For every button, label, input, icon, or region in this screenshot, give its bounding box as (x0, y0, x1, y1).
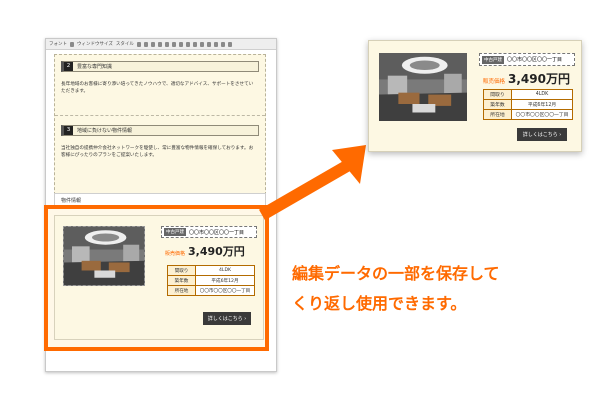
caption-line-1: 編集データの一部を保存して (292, 264, 500, 283)
section-title: 地域に負けない物件情報 (77, 128, 133, 134)
spec-key: 所在地 (167, 285, 196, 296)
price-label: 販売価格 (483, 79, 506, 85)
spec-table: 間取り 4LDK 築年数 平成6年12月 所在地 〇〇市〇〇区〇〇一丁目 (167, 265, 255, 296)
toolbar-style-dropdown[interactable]: スタイル (116, 41, 134, 47)
toolbar-font-dropdown[interactable]: フォント (49, 41, 67, 47)
list-icon[interactable] (185, 41, 190, 47)
italic-icon[interactable] (143, 41, 148, 47)
room-image-icon (379, 53, 467, 121)
property-address: 〇〇市〇〇区〇〇一丁目 (507, 57, 563, 63)
spec-row: 間取り 4LDK (483, 89, 573, 100)
property-photo (63, 226, 145, 286)
section-heading-3: 3 地域に負けない物件情報 (61, 125, 259, 136)
redo-icon[interactable] (220, 41, 225, 47)
section-heading-2: 2 豊富な専門知識 (61, 61, 259, 72)
property-info-label: 物件情報 (61, 198, 82, 204)
caption-line-2: くり返し使用できます。 (292, 294, 467, 313)
features-panel: 2 豊富な専門知識 長年地域のお客様に寄り添い培ってきたノウハウで、適切なアドバ… (54, 54, 266, 195)
spec-key: 間取り (167, 265, 196, 276)
room-image-icon (64, 227, 144, 285)
spec-value: 平成6年12月 (511, 99, 573, 110)
price-value: 3,490万円 (188, 245, 245, 258)
spec-row: 所在地 〇〇市〇〇区〇〇一丁目 (483, 109, 573, 120)
address-row: 中古戸建 〇〇市〇〇区〇〇一丁目 (479, 53, 575, 66)
image-icon[interactable] (199, 41, 204, 47)
spec-key: 所在地 (483, 109, 512, 120)
undo-icon[interactable] (213, 41, 218, 47)
price-row: 販売価格 3,490万円 (165, 243, 245, 259)
spec-row: 築年数 平成6年12月 (483, 99, 573, 110)
table-icon[interactable] (206, 41, 211, 47)
details-button[interactable]: 詳しくはこちら › (203, 312, 251, 325)
details-button[interactable]: 詳しくはこちら › (517, 128, 567, 141)
align-right-icon[interactable] (178, 41, 183, 47)
spec-value: 〇〇市〇〇区〇〇一丁目 (511, 109, 573, 120)
preview-card: 中古戸建 〇〇市〇〇区〇〇一丁目 販売価格 3,490万円 間取り 4LDK 築… (368, 40, 582, 152)
property-type-badge: 中古戸建 (164, 228, 186, 236)
align-left-icon[interactable] (164, 41, 169, 47)
spec-value: 4LDK (195, 265, 255, 276)
toolbar-window-size-dropdown[interactable]: ウィンドウサイズ (77, 41, 113, 47)
link-icon[interactable] (192, 41, 197, 47)
section-number: 3 (64, 126, 73, 135)
section-text-3: 当社独自の提携仲介会社ネットワークを駆使し、常に豊富な物件情報を確保しております… (61, 146, 254, 158)
spec-key: 築年数 (167, 275, 196, 286)
spec-value: 平成6年12月 (195, 275, 255, 286)
property-address: 〇〇市〇〇区〇〇一丁目 (189, 229, 245, 236)
underline-icon[interactable] (150, 41, 155, 47)
price-value: 3,490万円 (508, 72, 570, 86)
editor-toolbar: フォント ウィンドウサイズ スタイル (46, 39, 276, 50)
price-label: 販売価格 (165, 251, 186, 257)
property-card[interactable]: 中古戸建 〇〇市〇〇区〇〇一丁目 販売価格 3,490万円 間取り 4LDK 築… (54, 215, 264, 340)
source-icon[interactable] (227, 41, 232, 47)
address-row: 中古戸建 〇〇市〇〇区〇〇一丁目 (161, 226, 257, 238)
spec-row: 間取り 4LDK (167, 265, 255, 276)
spec-table: 間取り 4LDK 築年数 平成6年12月 所在地 〇〇市〇〇区〇〇一丁目 (483, 89, 573, 120)
section-text-2: 長年地域のお客様に寄り添い培ってきたノウハウで、適切なアドバイス、サポートをさせ… (61, 82, 254, 94)
preview-photo (379, 53, 467, 121)
spec-row: 築年数 平成6年12月 (167, 275, 255, 286)
spec-key: 築年数 (483, 99, 512, 110)
bold-icon[interactable] (136, 41, 141, 47)
spec-value: 〇〇市〇〇区〇〇一丁目 (195, 285, 255, 296)
spec-key: 間取り (483, 89, 512, 100)
section-title: 豊富な専門知識 (77, 64, 113, 70)
strike-icon[interactable] (157, 41, 162, 47)
align-center-icon[interactable] (171, 41, 176, 47)
spec-row: 所在地 〇〇市〇〇区〇〇一丁目 (167, 285, 255, 296)
property-type-badge: 中古戸建 (482, 55, 504, 64)
dropdown-icon[interactable] (70, 41, 74, 47)
spec-value: 4LDK (511, 89, 573, 100)
price-row: 販売価格 3,490万円 (483, 70, 570, 87)
section-number: 2 (64, 62, 73, 71)
divider (55, 115, 265, 116)
